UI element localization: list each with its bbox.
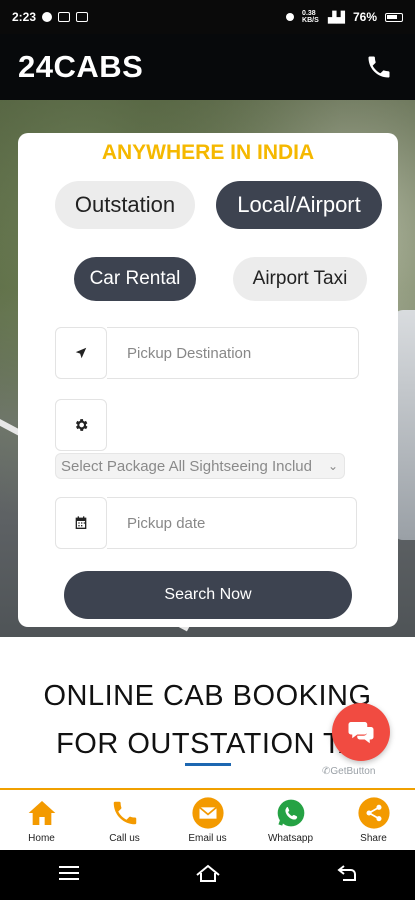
system-nav-bar <box>0 850 415 900</box>
chevron-down-icon: ⌄ <box>327 459 338 473</box>
nav-label: Call us <box>109 833 140 844</box>
network-speed: 0.38 KB/S <box>302 10 319 24</box>
back-icon[interactable] <box>336 864 358 887</box>
vibrate-icon <box>76 12 89 22</box>
status-bar: 2:23 0.38 KB/S ▟▟ 76% <box>0 0 415 34</box>
package-select[interactable]: Select Package All Sightseeing Includ ⌄ <box>55 453 345 479</box>
signal-icon: ▟▟ <box>328 11 345 24</box>
calendar-icon <box>55 497 107 549</box>
nav-label: Home <box>28 833 55 844</box>
package-select-value: Select Package All Sightseeing Includ <box>61 457 312 475</box>
whatsapp-icon <box>274 796 308 830</box>
pickup-field: Pickup Destination <box>55 327 359 379</box>
pickup-destination-input[interactable]: Pickup Destination <box>107 327 359 379</box>
nav-whatsapp[interactable]: Whatsapp <box>249 790 332 850</box>
app-header: 24CABS <box>0 34 415 100</box>
gear-icon <box>55 399 107 451</box>
battery-percent: 76% <box>352 10 377 24</box>
nav-share[interactable]: Share <box>332 790 415 850</box>
getbutton-label[interactable]: ✆GetButton <box>322 766 375 777</box>
phone-icon <box>108 796 142 830</box>
tab-outstation[interactable]: Outstation <box>55 181 195 229</box>
nav-label: Email us <box>188 833 227 844</box>
brand-logo[interactable]: 24CABS <box>18 49 143 85</box>
nav-call[interactable]: Call us <box>83 790 166 850</box>
location-arrow-icon <box>55 327 107 379</box>
booking-title: ANYWHERE IN INDIA <box>101 141 315 164</box>
chat-button[interactable] <box>332 703 390 761</box>
nav-email[interactable]: Email us <box>166 790 249 850</box>
getbutton-text: GetButton <box>330 766 376 777</box>
notification-icon <box>42 12 53 22</box>
bottom-nav: Home Call us Email us Whatsapp Share <box>0 788 415 850</box>
service-car-rental[interactable]: Car Rental <box>74 257 196 301</box>
mail-icon <box>191 796 225 830</box>
phone-icon[interactable] <box>361 49 397 85</box>
nav-home[interactable]: Home <box>0 790 83 850</box>
chat-icon <box>348 722 374 744</box>
home-nav-icon[interactable] <box>195 863 221 888</box>
heading-underline <box>185 763 231 766</box>
message-icon <box>58 12 71 22</box>
booking-card: ANYWHERE IN INDIA Outstation Local/Airpo… <box>18 133 398 627</box>
status-time: 2:23 <box>12 10 37 24</box>
pickup-date-input[interactable]: Pickup date <box>107 497 357 549</box>
battery-icon <box>385 12 403 22</box>
nav-label: Share <box>360 833 387 844</box>
location-icon <box>286 13 295 21</box>
search-button[interactable]: Search Now <box>64 571 352 619</box>
date-field: Pickup date <box>55 497 357 549</box>
share-icon <box>357 796 391 830</box>
tab-local-airport[interactable]: Local/Airport <box>216 181 382 229</box>
menu-icon[interactable] <box>58 865 80 886</box>
service-airport-taxi[interactable]: Airport Taxi <box>233 257 367 301</box>
nav-label: Whatsapp <box>267 833 314 844</box>
home-icon <box>25 796 59 830</box>
